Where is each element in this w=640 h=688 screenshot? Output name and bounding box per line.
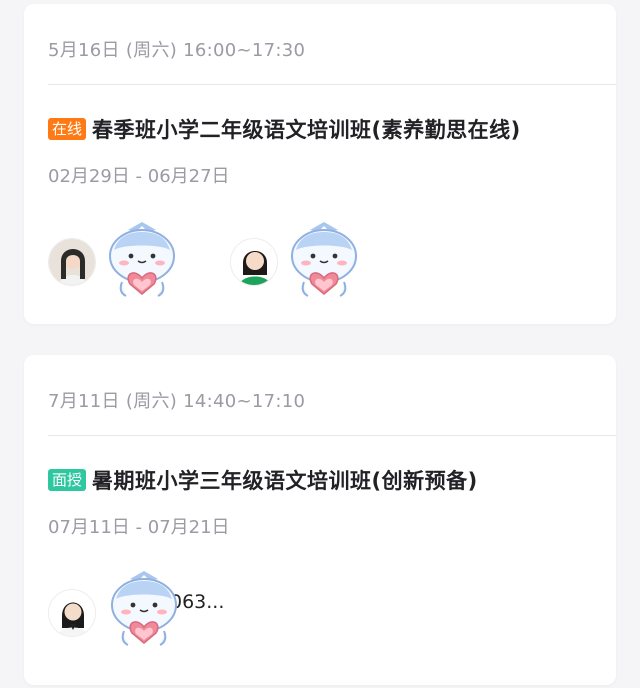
class-date-range: 02月29日 - 06月27日 — [48, 166, 230, 187]
mode-badge: 面授 — [48, 469, 87, 491]
class-title-row: 在线 春季班小学二年级语文培训班(素养勤思在线) — [48, 114, 521, 144]
class-title-row: 面授 暑期班小学三年级语文培训班(创新预备) — [48, 465, 478, 495]
class-title: 春季班小学二年级语文培训班(素养勤思在线) — [92, 118, 521, 142]
teacher-avatar[interactable] — [230, 238, 278, 286]
mascot-sticker — [109, 222, 175, 297]
divider — [48, 435, 616, 436]
class-card[interactable]: 7月11日 (周六) 14:40~17:10 面授 暑期班小学三年级语文培训班(… — [24, 355, 616, 685]
class-date-range: 07月11日 - 07月21日 — [48, 517, 230, 538]
class-time: 7月11日 (周六) 14:40~17:10 — [48, 391, 306, 412]
teacher-avatar[interactable] — [48, 238, 96, 286]
mascot-sticker — [111, 571, 177, 646]
class-title: 暑期班小学三年级语文培训班(创新预备) — [92, 469, 478, 493]
class-card[interactable]: 5月16日 (周六) 16:00~17:30 在线 春季班小学二年级语文培训班(… — [24, 4, 616, 324]
class-time: 5月16日 (周六) 16:00~17:30 — [48, 40, 306, 61]
teacher-avatar[interactable] — [48, 589, 96, 637]
mode-badge: 在线 — [48, 118, 87, 140]
divider — [48, 84, 616, 85]
mascot-sticker — [291, 222, 357, 297]
